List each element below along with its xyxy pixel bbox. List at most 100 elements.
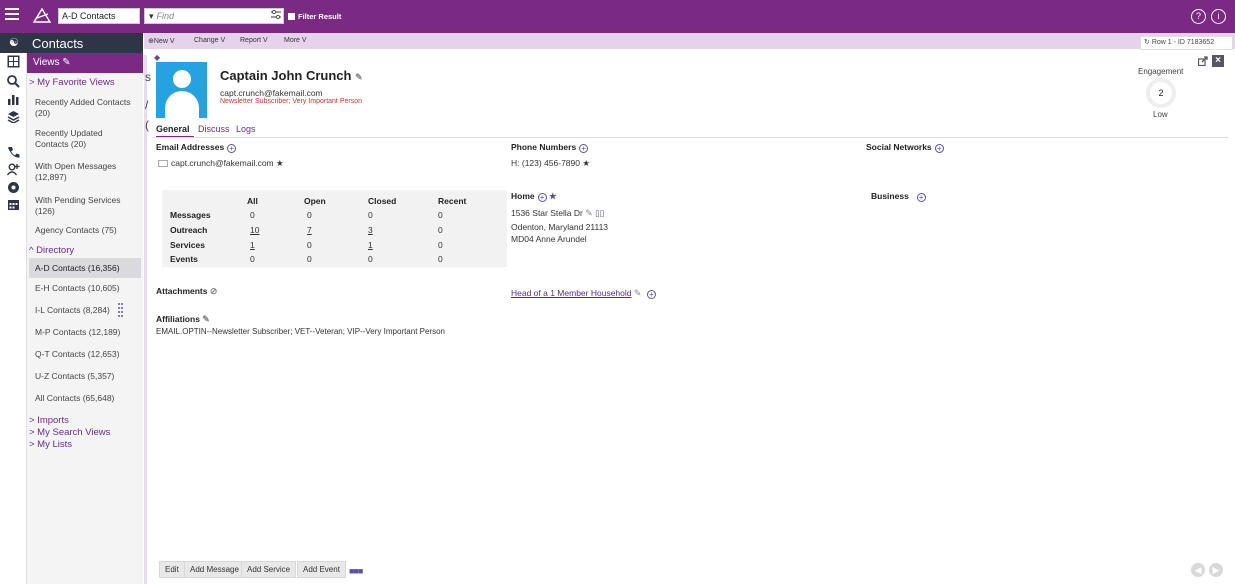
tab-logs[interactable]: Logs xyxy=(236,124,256,134)
email-addresses-title: Email Addresses + xyxy=(156,142,237,153)
envelope-icon xyxy=(158,160,168,167)
calendar-icon[interactable] xyxy=(7,198,20,211)
find-dropdown-icon[interactable]: ▾ xyxy=(149,11,154,21)
previous-record-icon[interactable]: ◀ xyxy=(1191,563,1205,577)
module-title: Contacts xyxy=(32,36,84,51)
close-icon[interactable]: × xyxy=(1212,55,1224,67)
report-menu[interactable]: Report V xyxy=(240,37,268,44)
paperclip-icon[interactable]: ⊘ xyxy=(210,286,218,296)
stat-cell: 0 xyxy=(438,240,443,250)
directory-item-e-h[interactable]: E-H Contacts (10,605) xyxy=(35,283,120,294)
directory-item-u-z[interactable]: U-Z Contacts (5,357) xyxy=(35,371,114,382)
app-logo-icon[interactable] xyxy=(32,6,52,26)
my-search-views-link[interactable]: > My Search Views xyxy=(29,427,110,438)
stat-cell: 0 xyxy=(307,240,312,250)
directory-item-i-l[interactable]: I-L Contacts (8,284) xyxy=(35,305,110,316)
view-label: With Open Messages xyxy=(35,161,117,171)
edit-pencil-icon[interactable]: ✎ xyxy=(585,208,593,218)
change-menu[interactable]: Change V xyxy=(194,37,225,44)
add-email-icon[interactable]: + xyxy=(227,144,237,153)
phone-icon[interactable] xyxy=(7,146,20,159)
imports-link[interactable]: > Imports xyxy=(29,415,69,426)
edit-button[interactable]: Edit xyxy=(159,561,185,578)
stat-cell-link[interactable]: 3 xyxy=(368,225,373,235)
hamburger-menu-icon[interactable] xyxy=(5,8,19,21)
business-address-title: Business + xyxy=(871,191,926,202)
section-title-text: Attachments xyxy=(156,286,208,296)
view-agency-contacts[interactable]: Agency Contacts (75) xyxy=(35,225,117,236)
edit-pencil-icon[interactable]: ✎ xyxy=(62,57,70,68)
tab-discuss[interactable]: Discuss xyxy=(198,124,230,134)
household-link[interactable]: Head of a 1 Member Household xyxy=(511,288,632,298)
checkbox-icon[interactable] xyxy=(288,13,295,20)
add-phone-icon[interactable]: + xyxy=(579,144,589,153)
directory-toggle[interactable]: ^ Directory xyxy=(29,245,74,256)
views-grid-icon[interactable] xyxy=(7,55,20,68)
directory-item-all[interactable]: All Contacts (65,648) xyxy=(35,393,114,404)
my-favorite-views-link[interactable]: > My Favorite Views xyxy=(29,77,115,88)
panel-resize-handle[interactable] xyxy=(118,303,123,317)
stat-row-label: Outreach xyxy=(170,225,208,235)
share-icon[interactable] xyxy=(1198,56,1208,66)
add-social-icon[interactable]: + xyxy=(934,144,944,153)
stat-cell: 0 xyxy=(307,254,312,264)
report-chart-icon[interactable] xyxy=(7,93,20,106)
stat-cell: 0 xyxy=(368,210,373,220)
layers-icon[interactable] xyxy=(7,110,20,123)
refresh-icon[interactable]: ↻ xyxy=(1144,39,1150,46)
stat-cell: 0 xyxy=(368,254,373,264)
add-event-button[interactable]: Add Event xyxy=(297,561,346,578)
directory-item-m-p[interactable]: M-P Contacts (12,189) xyxy=(35,327,120,338)
phone-numbers-title: Phone Numbers + xyxy=(511,142,589,153)
stat-cell-link[interactable]: 1 xyxy=(368,240,373,250)
collapse-arrow-icon[interactable]: ◆ xyxy=(154,53,160,62)
add-home-icon[interactable]: + xyxy=(537,193,547,202)
view-select[interactable]: A-D Contacts xyxy=(58,8,140,24)
settings-icon[interactable] xyxy=(7,181,20,194)
edit-pencil-icon[interactable]: ✎ xyxy=(355,72,363,82)
add-user-icon[interactable] xyxy=(7,163,20,176)
phone-text: H: (123) 456-7890 xyxy=(511,158,580,168)
module-header: ☯ Contacts xyxy=(0,33,143,53)
view-pending-services[interactable]: With Pending Services (126) xyxy=(35,195,121,217)
views-header[interactable]: Views ✎ xyxy=(27,53,143,73)
contact-email: capt.crunch@fakemail.com xyxy=(220,88,323,98)
email-value[interactable]: capt.crunch@fakemail.com ★ xyxy=(158,158,284,169)
view-label: With Pending Services xyxy=(35,195,121,205)
add-household-icon[interactable]: + xyxy=(646,290,656,299)
tab-general[interactable]: General xyxy=(156,124,190,134)
map-book-icon[interactable]: ▯▯ xyxy=(595,208,604,218)
directory-item-a-d[interactable]: A-D Contacts (16,356) xyxy=(29,258,141,278)
activity-stats-table: All Open Closed Recent Messages 0 0 0 0 … xyxy=(162,190,507,267)
edit-pencil-icon[interactable]: ✎ xyxy=(202,314,210,324)
engagement-label: Engagement xyxy=(1138,67,1184,76)
find-input[interactable]: ▾ Find xyxy=(144,8,284,24)
filter-result-checkbox[interactable]: Filter Result xyxy=(288,12,341,21)
info-icon[interactable]: i xyxy=(1211,9,1226,24)
view-label: Recently Updated xyxy=(35,128,103,138)
people-icon: ☯ xyxy=(9,37,19,49)
edit-pencil-icon[interactable]: ✎ xyxy=(634,288,642,298)
favorite-star-icon[interactable]: ★ xyxy=(549,191,557,201)
help-icon[interactable]: ? xyxy=(1191,9,1206,24)
view-open-messages[interactable]: With Open Messages (12,897) xyxy=(35,161,116,183)
add-message-button[interactable]: Add Message xyxy=(184,561,245,578)
next-record-icon[interactable]: ▶ xyxy=(1209,563,1223,577)
new-menu[interactable]: ⊕New V xyxy=(148,37,175,45)
list-panel-edge[interactable] xyxy=(144,55,147,584)
filter-settings-icon[interactable] xyxy=(270,9,282,21)
stat-cell-link[interactable]: 7 xyxy=(307,225,312,235)
stat-cell-link[interactable]: 1 xyxy=(250,240,255,250)
add-service-button[interactable]: Add Service xyxy=(241,561,297,578)
directory-item-q-t[interactable]: Q-T Contacts (12,653) xyxy=(35,349,119,360)
phone-value[interactable]: H: (123) 456-7890 ★ xyxy=(511,158,590,169)
more-actions-icon[interactable]: ■■■ xyxy=(349,566,363,576)
more-menu[interactable]: More V xyxy=(284,37,307,44)
view-recently-added[interactable]: Recently Added Contacts (20) xyxy=(35,97,130,119)
my-lists-link[interactable]: > My Lists xyxy=(29,439,72,450)
search-icon[interactable] xyxy=(7,75,20,88)
avatar[interactable] xyxy=(156,62,207,118)
stat-cell-link[interactable]: 10 xyxy=(250,225,259,235)
view-recently-updated[interactable]: Recently Updated Contacts (20) xyxy=(35,128,103,150)
add-business-icon[interactable]: + xyxy=(916,193,926,202)
